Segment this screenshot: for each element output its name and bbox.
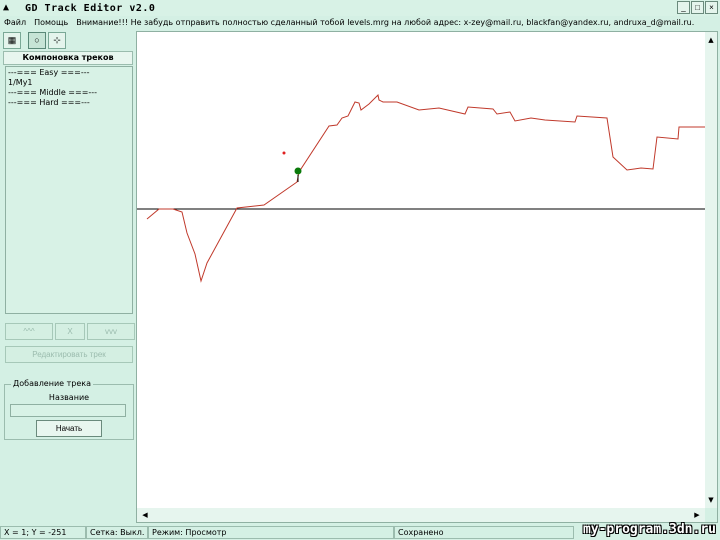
name-label: Название	[48, 393, 90, 402]
track-name-field[interactable]	[10, 404, 126, 417]
minimize-icon[interactable]: _	[677, 1, 690, 14]
track-order-buttons: ^^^ X vvv	[5, 323, 135, 340]
grid-icon[interactable]: ▦	[3, 32, 21, 49]
maximize-icon[interactable]: □	[691, 1, 704, 14]
close-icon[interactable]: ×	[705, 1, 718, 14]
menu-notice: Внимание!!! Не забудь отправить полность…	[76, 18, 695, 27]
circle-icon[interactable]: ○	[28, 32, 46, 49]
status-mode: Режим: Просмотр	[148, 526, 394, 539]
panel-header: Компоновка треков	[3, 51, 133, 65]
status-coords: X = 1; Y = -251	[0, 526, 86, 539]
window-title: GD Track Editor v2.0	[25, 2, 156, 14]
scroll-right-icon[interactable]: ▶	[691, 509, 703, 521]
track-canvas[interactable]	[137, 32, 705, 508]
start-button[interactable]: Начать	[36, 420, 102, 437]
left-panel: ▦ ○ ⊹ Компоновка треков ---=== Easy ===-…	[0, 30, 136, 524]
start-marker-icon[interactable]	[294, 167, 302, 175]
title-bar: ▲ GD Track Editor v2.0 _ □ ×	[0, 0, 720, 16]
status-grid: Сетка: Выкл.	[86, 526, 148, 539]
status-saved: Сохранено	[394, 526, 574, 539]
edit-track-button[interactable]: Редактировать трек	[5, 346, 133, 363]
list-item[interactable]: ---=== Easy ===---	[8, 68, 130, 78]
app-icon: ▲	[3, 2, 10, 13]
cross-icon[interactable]: ⊹	[48, 32, 66, 49]
menu-bar: Файл Помощь Внимание!!! Не забудь отправ…	[0, 16, 720, 29]
window-controls: _ □ ×	[677, 1, 718, 14]
cursor-point	[282, 151, 286, 155]
scroll-down-icon[interactable]: ▼	[705, 494, 717, 506]
scroll-up-icon[interactable]: ▲	[705, 34, 717, 46]
list-item[interactable]: ---=== Middle ===---	[8, 88, 130, 98]
tool-row: ▦ ○ ⊹	[3, 32, 66, 49]
group-title: Добавление трека	[11, 379, 94, 388]
menu-file[interactable]: Файл	[0, 18, 30, 27]
add-track-group: Добавление трека Название Начать	[4, 379, 134, 440]
watermark: my-program.3dn.ru	[582, 522, 716, 537]
track-path	[146, 93, 705, 283]
track-canvas-frame: ▲ ▼ ◀ ▶	[136, 31, 718, 523]
track-list[interactable]: ---=== Easy ===--- 1/My1 ---=== Middle =…	[5, 66, 133, 314]
move-up-button[interactable]: ^^^	[5, 323, 53, 340]
scroll-corner	[705, 508, 717, 522]
horizontal-scrollbar[interactable]: ◀ ▶	[137, 508, 705, 522]
delete-track-button[interactable]: X	[55, 323, 85, 340]
vertical-scrollbar[interactable]: ▲ ▼	[705, 32, 717, 508]
menu-help[interactable]: Помощь	[30, 18, 72, 27]
list-item[interactable]: 1/My1	[8, 78, 130, 88]
list-item[interactable]: ---=== Hard ===---	[8, 98, 130, 108]
move-down-button[interactable]: vvv	[87, 323, 135, 340]
scroll-left-icon[interactable]: ◀	[139, 509, 151, 521]
